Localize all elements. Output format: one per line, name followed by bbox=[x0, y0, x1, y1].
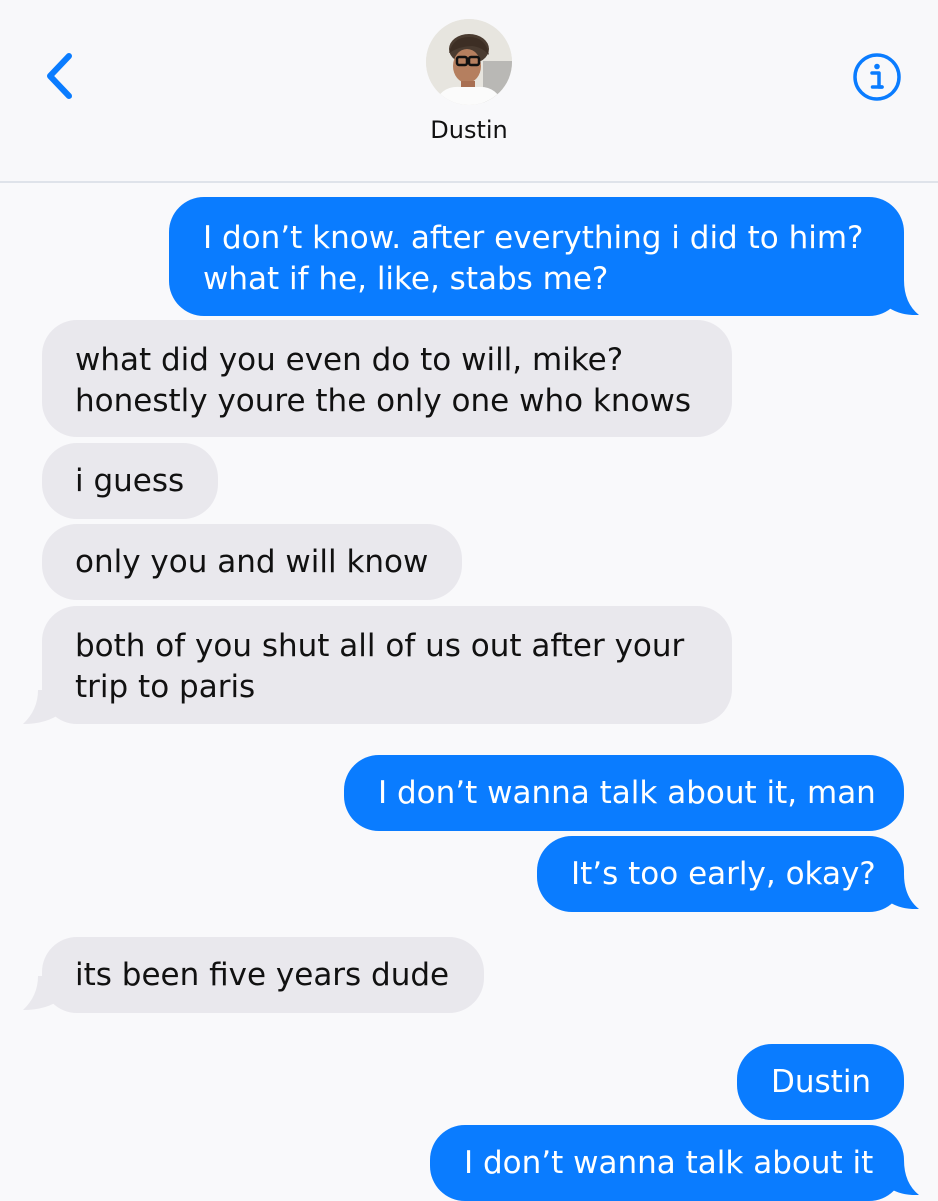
message-text: i guess bbox=[75, 463, 185, 499]
message-text: both of you shut all of us out after you… bbox=[75, 628, 685, 664]
conversation-header: Dustin bbox=[0, 0, 938, 183]
message-text: Dustin bbox=[771, 1064, 872, 1100]
info-icon[interactable] bbox=[852, 52, 902, 102]
message-text: its been five years dude bbox=[75, 957, 450, 993]
chevron-left-icon[interactable] bbox=[40, 50, 80, 102]
message-text: what did you even do to will, mike? bbox=[75, 342, 624, 378]
message-bubble-incoming[interactable]: what did you even do to will, mike? hone… bbox=[42, 320, 732, 437]
message-bubble-incoming[interactable]: only you and will know bbox=[42, 524, 462, 600]
message-bubble-incoming[interactable]: i guess bbox=[42, 443, 218, 519]
message-text: only you and will know bbox=[75, 544, 429, 580]
bubble-tail bbox=[880, 280, 919, 316]
bubble-tail bbox=[880, 874, 919, 910]
message-bubble-incoming[interactable]: both of you shut all of us out after you… bbox=[42, 606, 732, 724]
message-bubble-outgoing[interactable]: Dustin bbox=[737, 1044, 904, 1120]
avatar[interactable] bbox=[426, 19, 512, 105]
message-bubble-outgoing[interactable]: I don’t know. after everything i did to … bbox=[169, 197, 904, 316]
message-text: trip to paris bbox=[75, 669, 256, 705]
message-text: I don’t wanna talk about it, man bbox=[378, 775, 876, 811]
bubble-tail bbox=[23, 976, 62, 1010]
contact-photo bbox=[426, 19, 512, 105]
message-text: what if he, like, stabs me? bbox=[203, 261, 609, 297]
message-bubble-outgoing[interactable]: It’s too early, okay? bbox=[537, 836, 904, 912]
bubble-tail bbox=[23, 690, 62, 724]
message-bubble-incoming[interactable]: its been five years dude bbox=[42, 937, 484, 1013]
bubble-tail bbox=[880, 1160, 919, 1196]
message-text: I don’t wanna talk about it bbox=[464, 1145, 874, 1181]
message-bubble-outgoing[interactable]: I don’t wanna talk about it, man bbox=[344, 755, 904, 831]
message-text: It’s too early, okay? bbox=[571, 856, 876, 892]
message-text: I don’t know. after everything i did to … bbox=[203, 220, 864, 256]
message-bubble-outgoing[interactable]: I don’t wanna talk about it bbox=[430, 1125, 904, 1201]
message-text: honestly youre the only one who knows bbox=[75, 383, 691, 419]
contact-name[interactable]: Dustin bbox=[369, 116, 569, 144]
